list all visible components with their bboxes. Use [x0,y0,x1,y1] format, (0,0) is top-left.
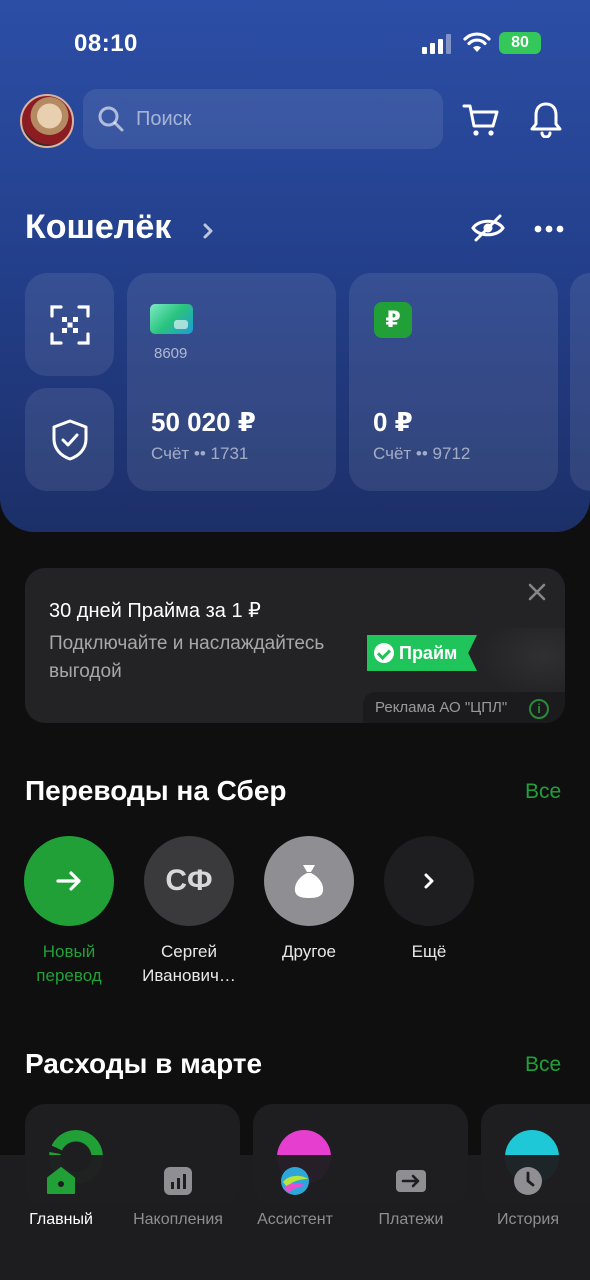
next-account-card[interactable] [570,273,590,491]
nav-savings[interactable]: Накопления [119,1165,237,1229]
search-input[interactable]: Поиск [83,89,443,149]
more-label: Ещё [411,942,447,961]
assistant-icon [281,1167,309,1195]
arrow-right-icon [56,871,81,891]
expenses-all-link[interactable]: Все [525,1053,561,1077]
shield-icon [52,419,87,460]
battery-indicator: 80 [499,32,541,54]
account-balance: 0 ₽ [373,407,413,437]
money-bag-icon [294,865,324,898]
more-transfers-button[interactable] [384,836,474,926]
debit-card[interactable]: 8609 50 020 ₽ Счёт •• 1731 [127,273,336,491]
search-icon [98,106,124,132]
nav-label: История [496,1211,560,1228]
account-number: Счёт •• 1731 [151,444,249,463]
card-number: 8609 [154,345,188,362]
contact-avatar[interactable]: СФ [144,836,234,926]
other-transfer-button[interactable] [264,836,354,926]
home-icon [47,1167,75,1194]
payments-icon [396,1170,426,1192]
chevron-right-icon [424,873,434,889]
search-placeholder: Поиск [136,108,192,130]
nav-label: Накопления [133,1211,223,1228]
ruble-icon: ₽ [374,302,412,338]
cart-icon[interactable] [462,102,500,138]
status-time: 08:10 [74,30,138,57]
security-button[interactable] [25,388,114,491]
new-transfer-button[interactable] [24,836,114,926]
transfers-all-link[interactable]: Все [525,780,561,804]
chevron-right-icon[interactable] [200,220,216,242]
promo-decoration [477,628,565,698]
other-label: Другое [281,942,336,961]
qr-scan-icon [49,304,90,345]
card-balance: 50 020 ₽ [151,407,256,437]
nav-label: Главный [29,1211,93,1228]
clock-icon [514,1167,542,1195]
transfers-title: Переводы на Сбер [25,775,287,806]
hide-balance-icon[interactable] [470,212,506,244]
card-image [150,304,193,334]
info-icon[interactable]: i [529,699,549,719]
nav-home[interactable]: Главный [2,1165,120,1229]
wallet-title[interactable]: Кошелёк [25,208,171,247]
promo-banner[interactable]: 30 дней Прайма за 1 ₽ Подключайте и насл… [25,568,565,723]
account-number: Счёт •• 9712 [373,444,471,463]
qr-scan-button[interactable] [25,273,114,376]
wifi-icon [463,32,491,52]
nav-payments[interactable]: Платежи [352,1165,470,1229]
prime-label: Прайм [399,643,458,663]
nav-label: Ассистент [257,1211,333,1228]
prime-logo: Прайм [367,635,477,671]
nav-assistant[interactable]: Ассистент [236,1165,354,1229]
bottom-navigation: Главный Накопления Ассистент Платежи Ист… [0,1155,590,1280]
avatar[interactable] [20,94,74,148]
new-transfer-label: Новый перевод [36,942,102,985]
more-options-icon[interactable] [534,224,564,234]
bell-icon[interactable] [529,100,563,138]
contact-name: Сергей Иванович… [142,942,236,985]
status-bar: 08:10 80 [0,0,590,88]
nav-label: Платежи [378,1211,444,1228]
savings-chart-icon [164,1167,192,1195]
promo-title: 30 дней Прайма за 1 ₽ [49,600,261,622]
cellular-signal-icon [422,34,451,54]
expenses-title: Расходы в марте [25,1048,263,1079]
nav-history[interactable]: История [469,1165,587,1229]
promo-subtitle: Подключайте и наслаждайтесь выгодой [49,633,325,682]
close-icon[interactable] [525,580,549,604]
checkmark-icon [374,643,394,663]
ruble-account[interactable]: ₽ 0 ₽ Счёт •• 9712 [349,273,558,491]
